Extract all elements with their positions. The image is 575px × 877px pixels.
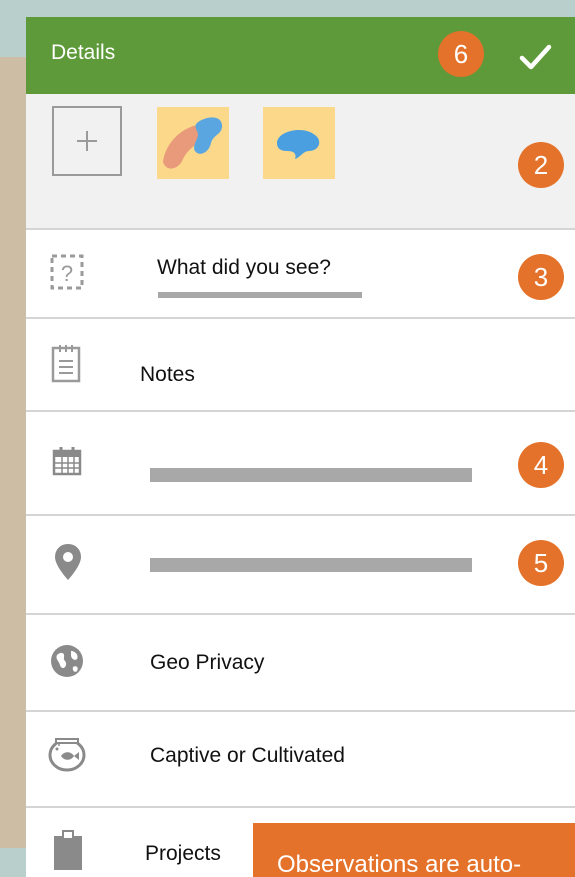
location-placeholder-bar [150,558,472,572]
callout-badge-photos-label: 2 [533,150,549,180]
captive-row[interactable]: Captive or Cultivated [26,710,575,808]
unknown-species-icon: ? [50,254,84,290]
captive-label: Captive or Cultivated [150,744,345,767]
auto-save-toast: Observations are auto- [253,823,575,877]
photo-strip: 2 [26,94,575,228]
callout-badge-location-label: 5 [533,548,549,578]
projects-label: Projects [145,842,221,865]
photo-thumbnail-image [277,129,320,159]
callout-badge-save: 6 [438,31,484,77]
clipboard-icon [54,830,82,870]
observation-details-screen: Details 6 2 ? What did you see? 3 Notes … [26,17,575,877]
species-field-label: What did you see? [157,256,331,279]
notes-row[interactable]: Notes [26,317,575,412]
calendar-icon [52,447,82,476]
photo-thumbnail[interactable] [157,107,229,179]
fishbowl-icon [48,738,86,772]
species-input-underline [158,292,362,298]
header-title: Details [51,41,116,64]
callout-badge-species-label: 3 [533,262,549,292]
callout-badge-photos: 2 [518,142,564,188]
svg-text:?: ? [61,261,73,286]
callout-badge-location: 5 [518,540,564,586]
map-pin-icon [55,544,81,580]
geo-privacy-row[interactable]: Geo Privacy [26,613,575,712]
location-row[interactable]: 5 [26,514,575,615]
header-bar: Details 6 [26,17,575,94]
callout-badge-species: 3 [518,254,564,300]
callout-badge-date: 4 [518,442,564,488]
date-row[interactable]: 4 [26,410,575,516]
save-button[interactable] [516,39,556,75]
species-row[interactable]: ? What did you see? 3 [26,228,575,319]
notes-label: Notes [140,363,195,386]
date-placeholder-bar [150,468,472,482]
checkmark-icon [519,44,552,70]
photo-thumbnail-image [163,117,223,169]
notepad-icon [51,345,81,383]
toast-text: Observations are auto- [277,851,522,877]
callout-badge-date-label: 4 [533,450,549,480]
globe-icon [51,645,83,677]
geo-privacy-label: Geo Privacy [150,651,265,674]
photo-thumbnail[interactable] [263,107,335,179]
add-photo-button[interactable] [52,106,122,176]
callout-badge-save-label: 6 [453,39,469,69]
